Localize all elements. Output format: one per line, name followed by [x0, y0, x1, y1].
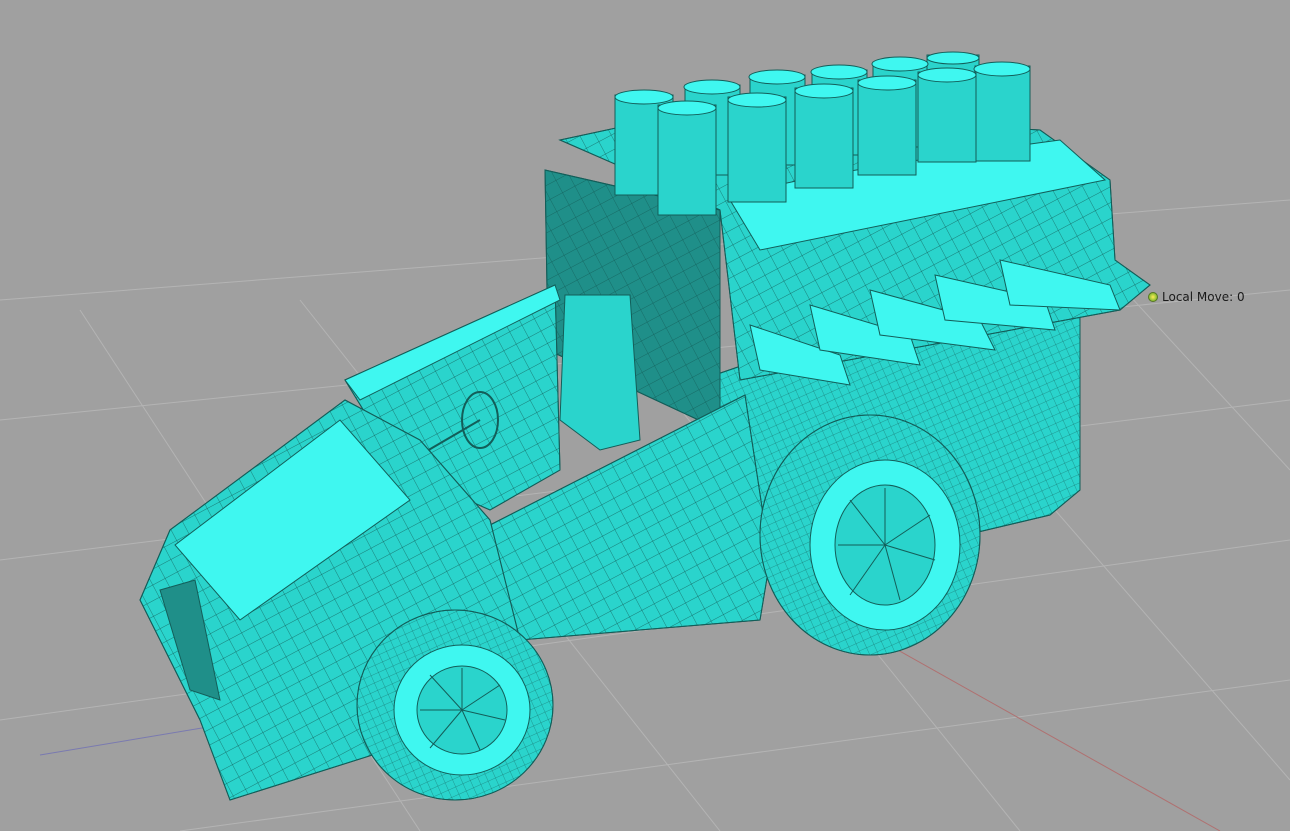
vehicle-mesh[interactable] — [139, 51, 1151, 801]
transform-readout: Local Move: 0 — [1148, 290, 1245, 304]
seat — [559, 294, 641, 451]
front-wheel — [356, 609, 554, 801]
rear-wheel — [759, 414, 981, 656]
local-move-label: Local Move: 0 — [1162, 290, 1245, 304]
world-axis-x — [879, 639, 1221, 831]
3d-viewport[interactable]: Local Move: 0 — [0, 0, 1290, 831]
viewport-canvas[interactable] — [0, 0, 1290, 831]
move-gizmo-icon[interactable] — [1148, 292, 1158, 302]
